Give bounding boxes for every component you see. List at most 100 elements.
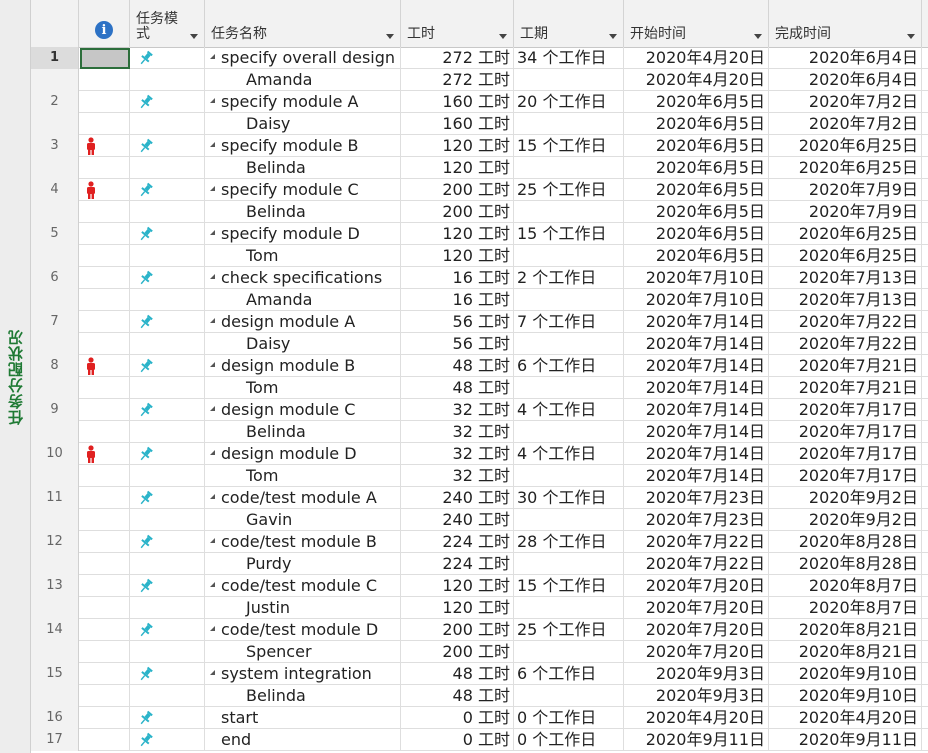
indicators-cell[interactable] — [79, 641, 130, 663]
duration-cell[interactable]: 15 个工作日 — [514, 135, 624, 157]
row-id[interactable] — [31, 509, 79, 531]
work-cell[interactable]: 16 工时 — [401, 289, 514, 311]
task-name[interactable]: specify module C — [205, 179, 401, 201]
task-name[interactable]: code/test module D — [205, 619, 401, 641]
start-cell[interactable]: 2020年7月14日 — [624, 421, 769, 443]
indicators-cell[interactable] — [79, 465, 130, 487]
finish-cell[interactable]: 2020年8月21日 — [769, 641, 922, 663]
task-row[interactable]: 14 code/test module D 200 工时 25 个工作日 2020年7月… — [31, 619, 928, 641]
task-mode-cell[interactable] — [130, 355, 205, 377]
finish-cell[interactable]: 2020年8月7日 — [769, 575, 922, 597]
duration-cell[interactable]: 20 个工作日 — [514, 91, 624, 113]
start-cell[interactable]: 2020年4月20日 — [624, 47, 769, 69]
work-cell[interactable]: 120 工时 — [401, 575, 514, 597]
task-mode-cell[interactable] — [130, 91, 205, 113]
duration-cell[interactable] — [514, 113, 624, 135]
duration-cell[interactable]: 0 个工作日 — [514, 707, 624, 729]
task-mode-cell[interactable] — [130, 707, 205, 729]
indicators-cell[interactable] — [79, 619, 130, 641]
task-name[interactable]: design module D — [205, 443, 401, 465]
start-cell[interactable]: 2020年7月10日 — [624, 267, 769, 289]
finish-cell[interactable]: 2020年9月2日 — [769, 487, 922, 509]
collapse-triangle-icon[interactable] — [210, 54, 215, 59]
row-id[interactable]: 14 — [31, 619, 79, 641]
task-mode-cell[interactable] — [130, 135, 205, 157]
start-cell[interactable]: 2020年7月20日 — [624, 641, 769, 663]
finish-cell[interactable]: 2020年7月13日 — [769, 267, 922, 289]
finish-cell[interactable]: 2020年7月2日 — [769, 113, 922, 135]
row-id[interactable]: 1 — [31, 47, 79, 69]
task-row[interactable]: 4 specify module C 200 工时 25 个工作日 2020年6月5日 2… — [31, 179, 928, 201]
finish-cell[interactable]: 2020年7月17日 — [769, 399, 922, 421]
finish-cell[interactable]: 2020年7月9日 — [769, 201, 922, 223]
task-mode-cell[interactable] — [130, 641, 205, 663]
task-name[interactable]: specify module A — [205, 91, 401, 113]
collapse-triangle-icon[interactable] — [210, 626, 215, 631]
collapse-triangle-icon[interactable] — [210, 582, 215, 587]
start-cell[interactable]: 2020年7月14日 — [624, 443, 769, 465]
resource-name[interactable]: Justin — [205, 597, 401, 619]
collapse-triangle-icon[interactable] — [210, 274, 215, 279]
task-name[interactable]: code/test module C — [205, 575, 401, 597]
row-id[interactable] — [31, 201, 79, 223]
duration-cell[interactable] — [514, 421, 624, 443]
duration-cell[interactable]: 7 个工作日 — [514, 311, 624, 333]
assignment-row[interactable]: Belinda 32 工时 2020年7月14日 2020年7月17日 — [31, 421, 928, 443]
duration-cell[interactable] — [514, 69, 624, 91]
finish-cell[interactable]: 2020年9月10日 — [769, 663, 922, 685]
start-cell[interactable]: 2020年7月14日 — [624, 355, 769, 377]
work-cell[interactable]: 0 工时 — [401, 729, 514, 751]
task-name[interactable]: code/test module B — [205, 531, 401, 553]
work-cell[interactable]: 16 工时 — [401, 267, 514, 289]
assignment-row[interactable]: Belinda 200 工时 2020年6月5日 2020年7月9日 — [31, 201, 928, 223]
duration-cell[interactable]: 4 个工作日 — [514, 399, 624, 421]
finish-cell[interactable]: 2020年6月25日 — [769, 223, 922, 245]
row-id[interactable]: 16 — [31, 707, 79, 729]
task-row[interactable]: 11 code/test module A 240 工时 30 个工作日 2020年7月… — [31, 487, 928, 509]
task-mode-cell[interactable] — [130, 575, 205, 597]
indicators-cell[interactable] — [79, 201, 130, 223]
duration-cell[interactable] — [514, 289, 624, 311]
work-cell[interactable]: 48 工时 — [401, 377, 514, 399]
work-column-header[interactable]: 工时 — [401, 0, 514, 47]
indicators-cell[interactable] — [79, 597, 130, 619]
work-cell[interactable]: 224 工时 — [401, 553, 514, 575]
task-name[interactable]: design module A — [205, 311, 401, 333]
start-cell[interactable]: 2020年7月10日 — [624, 289, 769, 311]
task-row[interactable]: 3 specify module B 120 工时 15 个工作日 2020年6月5日 2… — [31, 135, 928, 157]
resource-name[interactable]: Daisy — [205, 113, 401, 135]
finish-cell[interactable]: 2020年7月17日 — [769, 443, 922, 465]
task-mode-cell[interactable] — [130, 531, 205, 553]
assignment-row[interactable]: Tom 32 工时 2020年7月14日 2020年7月17日 — [31, 465, 928, 487]
task-mode-cell[interactable] — [130, 113, 205, 135]
start-cell[interactable]: 2020年7月23日 — [624, 509, 769, 531]
row-id[interactable]: 13 — [31, 575, 79, 597]
assignment-row[interactable]: Justin 120 工时 2020年7月20日 2020年8月7日 — [31, 597, 928, 619]
row-id[interactable] — [31, 377, 79, 399]
row-id[interactable]: 5 — [31, 223, 79, 245]
work-cell[interactable]: 120 工时 — [401, 223, 514, 245]
indicators-cell[interactable] — [79, 707, 130, 729]
collapse-triangle-icon[interactable] — [210, 318, 215, 323]
finish-cell[interactable]: 2020年8月21日 — [769, 619, 922, 641]
finish-cell[interactable]: 2020年6月25日 — [769, 157, 922, 179]
work-cell[interactable]: 272 工时 — [401, 47, 514, 69]
resource-name[interactable]: Tom — [205, 465, 401, 487]
start-cell[interactable]: 2020年6月5日 — [624, 245, 769, 267]
task-row[interactable]: 2 specify module A 160 工时 20 个工作日 2020年6月5日 2… — [31, 91, 928, 113]
row-id[interactable]: 10 — [31, 443, 79, 465]
task-mode-cell[interactable] — [130, 267, 205, 289]
duration-cell[interactable] — [514, 201, 624, 223]
indicators-cell[interactable] — [79, 135, 130, 157]
row-id[interactable]: 7 — [31, 311, 79, 333]
duration-cell[interactable]: 30 个工作日 — [514, 487, 624, 509]
task-name[interactable]: check specifications — [205, 267, 401, 289]
finish-cell[interactable]: 2020年7月22日 — [769, 311, 922, 333]
assignment-row[interactable]: Belinda 48 工时 2020年9月3日 2020年9月10日 — [31, 685, 928, 707]
resource-name[interactable]: Belinda — [205, 421, 401, 443]
task-mode-cell[interactable] — [130, 597, 205, 619]
view-bar[interactable]: 任务分配状况 — [0, 0, 31, 753]
row-id[interactable] — [31, 245, 79, 267]
task-row[interactable]: 16 start 0 工时 0 个工作日 2020年4月20日 2020年4月20日 — [31, 707, 928, 729]
finish-cell[interactable]: 2020年6月4日 — [769, 47, 922, 69]
